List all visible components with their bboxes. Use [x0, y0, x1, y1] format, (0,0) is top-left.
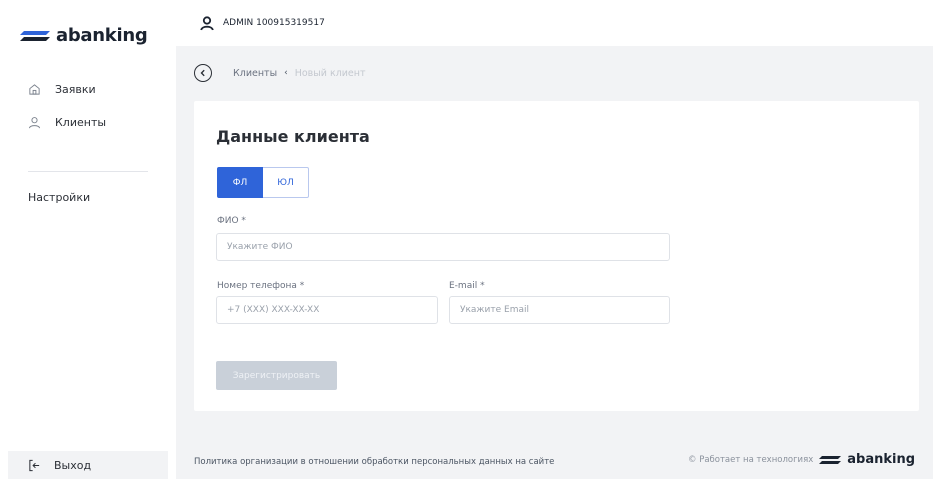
logout-button[interactable]: Выход: [8, 451, 168, 479]
email-input[interactable]: [449, 296, 670, 324]
breadcrumb-current: Новый клиент: [294, 67, 366, 79]
fio-label: ФИО *: [217, 216, 246, 226]
current-user-label[interactable]: ADMIN 100915319517: [223, 18, 325, 28]
register-button[interactable]: Зарегистрировать: [216, 361, 337, 390]
user-icon: [28, 116, 41, 128]
phone-input[interactable]: [216, 296, 438, 324]
home-icon: [29, 83, 40, 95]
sidebar-item-label: Заявки: [55, 82, 96, 96]
client-type-toggle: ФЛ ЮЛ: [217, 167, 309, 198]
breadcrumb-separator: ‹: [284, 68, 288, 78]
fio-input[interactable]: [216, 233, 670, 261]
client-form-card: Данные клиента ФЛ ЮЛ ФИО * Номер телефон…: [194, 101, 919, 411]
sidebar-item-applications[interactable]: Заявки: [28, 80, 106, 98]
sidebar-item-settings[interactable]: Настройки: [28, 191, 90, 204]
user-icon: [200, 15, 214, 30]
chevron-left-icon: [200, 69, 205, 77]
logout-label: Выход: [54, 458, 92, 472]
powered-by-text: © Работает на технологиях: [688, 454, 814, 465]
brand-logo[interactable]: abanking: [20, 25, 148, 46]
sidebar-item-clients[interactable]: Клиенты: [28, 113, 106, 131]
abanking-logo-icon: [819, 455, 842, 464]
top-bar: ADMIN 100915319517: [176, 0, 933, 46]
type-legal-entity-button[interactable]: ЮЛ: [263, 167, 309, 198]
privacy-policy-link[interactable]: Политика организации в отношении обработ…: [194, 457, 554, 467]
sidebar: abanking Заявки Клиенты Настройки Выход: [0, 0, 176, 479]
type-individual-button[interactable]: ФЛ: [217, 167, 263, 198]
footer-brand-name: abanking: [847, 452, 916, 467]
back-button[interactable]: [194, 64, 212, 82]
brand-name: abanking: [56, 25, 148, 46]
sidebar-item-label: Клиенты: [55, 115, 107, 129]
breadcrumb-clients-link[interactable]: Клиенты: [233, 68, 277, 79]
sidebar-divider: [28, 171, 148, 172]
logout-icon: [29, 459, 40, 471]
page-title: Данные клиента: [216, 127, 370, 146]
powered-by: © Работает на технологиях abanking: [688, 452, 915, 467]
email-label: E-mail *: [449, 281, 485, 291]
breadcrumb: Клиенты ‹ Новый клиент: [194, 64, 366, 82]
phone-label: Номер телефона *: [217, 281, 305, 291]
sidebar-nav: Заявки Клиенты: [28, 80, 106, 146]
abanking-logo-icon: [20, 30, 50, 41]
